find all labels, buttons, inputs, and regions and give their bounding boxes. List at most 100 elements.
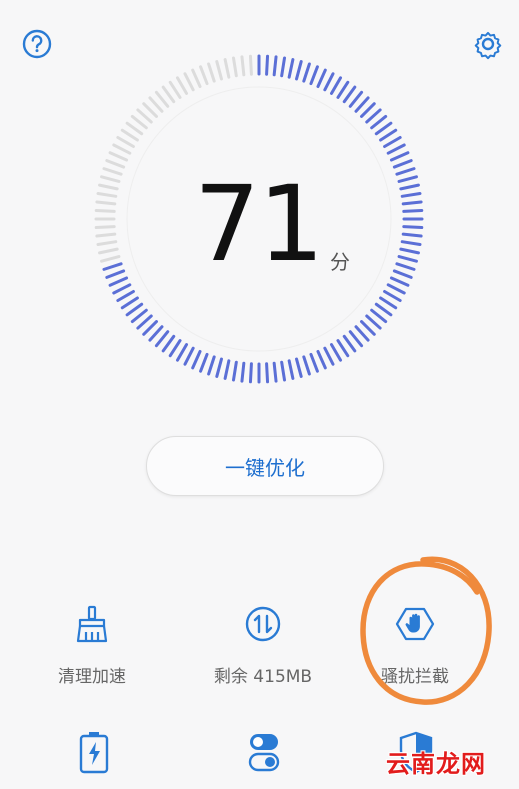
gauge-tick-inactive [215, 60, 223, 81]
gauge-tick-active [360, 102, 376, 118]
gear-icon[interactable] [470, 26, 506, 62]
gauge-tick-inactive [102, 167, 123, 176]
gauge-tick-active [223, 359, 231, 380]
gauge-tick-inactive [95, 232, 117, 238]
gauge-tick-inactive [148, 96, 164, 113]
gauge-tick-active [399, 247, 420, 255]
gauge-tick-active [116, 290, 135, 302]
gauge-tick-inactive [223, 58, 231, 79]
storage-remaining-tool[interactable]: 剩余 415MB [188, 604, 338, 687]
watermark: 云南龙网 [386, 750, 486, 778]
gauge-tick-active [389, 151, 410, 162]
gauge-tick-inactive [120, 128, 139, 142]
gauge-tick-active [342, 85, 357, 104]
gauge-tick-active [370, 114, 388, 130]
gauge-tick-active [330, 343, 342, 362]
broom-icon [76, 605, 108, 643]
battery-icon[interactable] [74, 730, 114, 774]
gauge-tick-active [105, 269, 126, 279]
gauge-tick-active [399, 183, 420, 191]
gauge-tick-active [401, 200, 423, 206]
annotation-circle [360, 556, 492, 705]
gauge-tick-active [207, 355, 216, 376]
gauge-tick-active [136, 314, 153, 330]
gauge-tick-active [142, 320, 158, 336]
gauge-tick-active [392, 159, 413, 169]
gauge-tick-active [374, 302, 393, 317]
gauge-tick-active [354, 96, 370, 113]
gauge-tick-active [112, 283, 132, 295]
clean-accelerate-label: 清理加速 [58, 667, 126, 687]
gauge-tick-active [316, 349, 327, 370]
gauge-tick-active [168, 339, 182, 358]
gauge-tick-active [336, 339, 350, 358]
gauge-tick-active [240, 361, 246, 383]
gauge-tick-inactive [98, 183, 119, 191]
gauge-tick-active [395, 262, 416, 271]
gauge-tick-active [397, 175, 418, 183]
gauge-tick-inactive [142, 102, 158, 118]
gauge-tick-inactive [98, 247, 119, 255]
gauge-tick-inactive [183, 72, 195, 92]
gauge-tick-inactive [100, 175, 121, 183]
gauge-tick-active [379, 128, 398, 142]
gauge-tick-inactive [96, 240, 118, 246]
gauge-tick-active [400, 240, 422, 246]
gauge-tick-inactive [240, 55, 246, 77]
gauge-tick-inactive [95, 200, 117, 206]
gauge-tick-inactive [232, 56, 238, 78]
gauge-tick-inactive [112, 143, 132, 155]
gauge-tick-active [265, 54, 270, 76]
gauge-tick-active [309, 352, 319, 373]
gauge-tick-inactive [94, 208, 116, 213]
toggle-switches-icon[interactable] [244, 730, 284, 774]
gauge-tick-inactive [154, 90, 170, 108]
gauge-tick-active [389, 276, 410, 287]
gauge-tick-active [183, 346, 195, 366]
gauge-tick-inactive [130, 114, 148, 130]
gauge-tick-active [323, 72, 335, 92]
one-click-optimize-button[interactable]: 一键优化 [146, 436, 384, 496]
gauge-tick-active [232, 360, 238, 382]
gauge-tick-active [176, 343, 188, 362]
gauge-tick-inactive [176, 76, 188, 95]
gauge-tick-active [395, 167, 416, 176]
score-unit: 分 [330, 250, 350, 274]
gauge-tick-active [120, 296, 139, 310]
gauge-tick-active [400, 192, 422, 198]
gauge-tick-active [161, 334, 176, 353]
gauge-tick-active [402, 225, 424, 230]
gauge-tick-active [272, 361, 278, 383]
gauge-tick-active [342, 334, 357, 353]
gauge-tick-active [272, 55, 278, 77]
gauge-tick-active [360, 320, 376, 336]
gauge-tick-active [287, 58, 295, 79]
gauge-tick-inactive [199, 65, 209, 86]
gauge-tick-inactive [116, 136, 135, 148]
gauge-tick-inactive [207, 62, 216, 83]
gauge-tick-inactive [105, 159, 126, 169]
gauge-tick-active [354, 325, 370, 342]
gauge-tick-inactive [168, 80, 182, 99]
gauge-tick-inactive [94, 225, 116, 230]
gauge-tick-active [215, 357, 223, 378]
gauge-tick-active [365, 314, 382, 330]
gauge-tick-active [280, 360, 286, 382]
gauge-tick-active [401, 232, 423, 238]
gauge-tick-active [383, 290, 402, 302]
gauge-tick-active [330, 76, 342, 95]
gauge-tick-active [154, 330, 170, 348]
gauge-tick-inactive [108, 151, 129, 162]
gauge-tick-active [336, 80, 350, 99]
gauge-tick-inactive [248, 54, 253, 76]
gauge-tick-active [348, 330, 364, 348]
gauge-tick-active [402, 208, 424, 213]
gauge-tick-active [383, 136, 402, 148]
gauge-tick-active [302, 355, 311, 376]
help-icon[interactable] [19, 26, 55, 62]
gauge-tick-active [125, 302, 144, 317]
clean-accelerate-tool[interactable]: 清理加速 [17, 604, 167, 687]
gauge-tick-active [386, 143, 406, 155]
gauge-tick-active [379, 296, 398, 310]
gauge-tick-inactive [136, 108, 153, 124]
